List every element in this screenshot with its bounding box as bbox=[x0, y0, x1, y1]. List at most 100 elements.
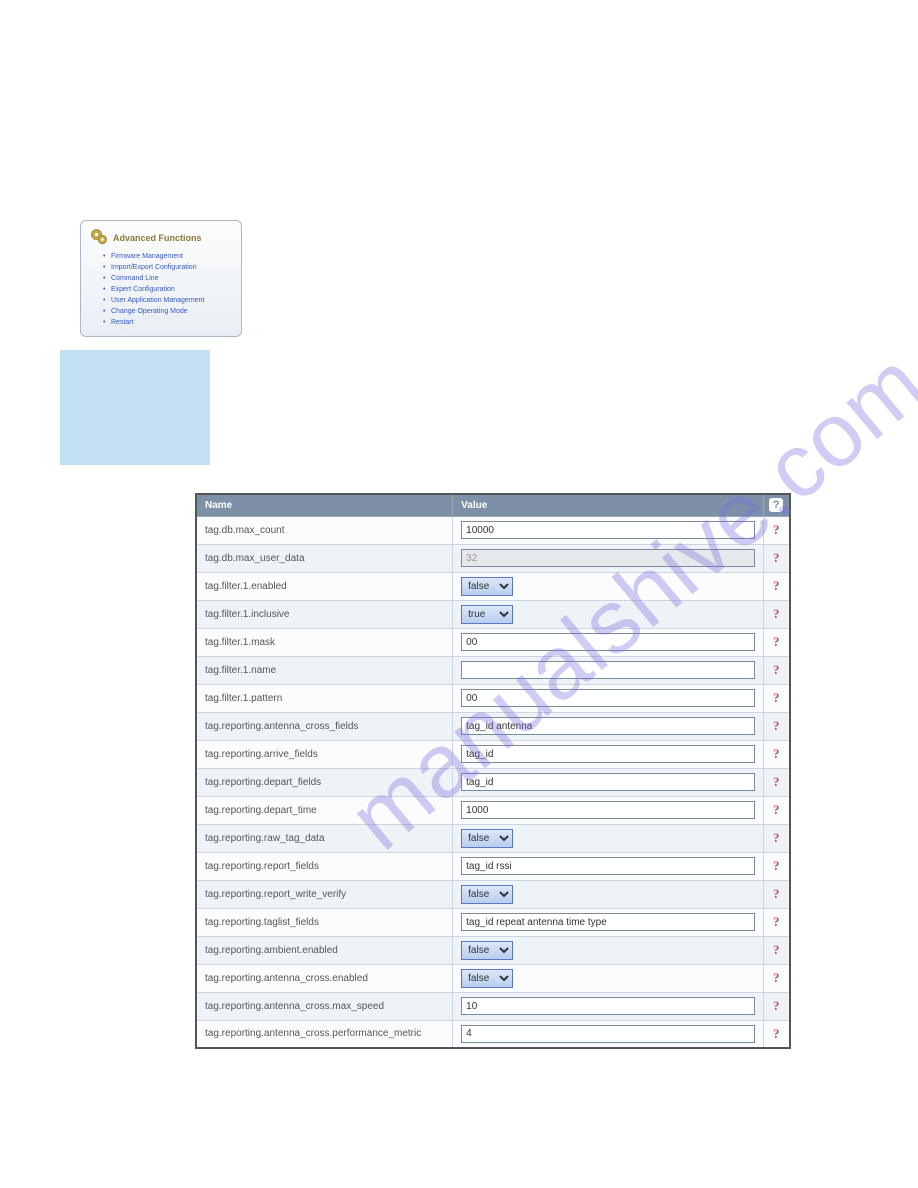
help-link[interactable]: ? bbox=[763, 768, 790, 796]
config-input[interactable] bbox=[461, 661, 754, 679]
table-row: tag.reporting.report_fields? bbox=[196, 852, 790, 880]
config-value-cell: true bbox=[453, 600, 763, 628]
sidebar-item-restart[interactable]: Restart bbox=[111, 317, 233, 328]
help-link[interactable]: ? bbox=[763, 656, 790, 684]
config-value-cell bbox=[453, 712, 763, 740]
help-link[interactable]: ? bbox=[763, 628, 790, 656]
sidebar-item-change-operating-mode[interactable]: Change Operating Mode bbox=[111, 306, 233, 317]
config-input[interactable] bbox=[461, 857, 754, 875]
table-row: tag.reporting.ambient.enabled false? bbox=[196, 936, 790, 964]
advanced-functions-panel: Advanced Functions Firmware Management I… bbox=[80, 220, 242, 337]
table-row: tag.filter.1.enabledfalse? bbox=[196, 572, 790, 600]
config-input[interactable] bbox=[461, 913, 754, 931]
help-link[interactable]: ? bbox=[763, 964, 790, 992]
sidebar-menu: Firmware Management Import/Export Config… bbox=[89, 251, 233, 328]
config-select[interactable]: true bbox=[461, 605, 513, 624]
help-link[interactable]: ? bbox=[763, 936, 790, 964]
table-row: tag.reporting.taglist_fields? bbox=[196, 908, 790, 936]
help-link[interactable]: ? bbox=[763, 572, 790, 600]
column-header-help[interactable]: ? bbox=[763, 494, 790, 516]
table-row: tag.filter.1.mask? bbox=[196, 628, 790, 656]
table-row: tag.reporting.antenna_cross.enabled false… bbox=[196, 964, 790, 992]
config-value-cell: false bbox=[453, 936, 763, 964]
config-name: tag.reporting.report_fields bbox=[196, 852, 453, 880]
help-icon: ? bbox=[769, 498, 783, 512]
config-value-cell bbox=[453, 768, 763, 796]
config-value-cell bbox=[453, 992, 763, 1020]
sidebar-item-user-application-management[interactable]: User Application Management bbox=[111, 295, 233, 306]
column-header-name: Name bbox=[196, 494, 453, 516]
help-link[interactable]: ? bbox=[763, 992, 790, 1020]
table-row: tag.reporting.depart_fields? bbox=[196, 768, 790, 796]
config-value-cell: false bbox=[453, 824, 763, 852]
table-row: tag.reporting.raw_tag_data false? bbox=[196, 824, 790, 852]
table-row: tag.filter.1.pattern? bbox=[196, 684, 790, 712]
config-table: Name Value ? tag.db.max_count?tag.db.max… bbox=[195, 493, 791, 1049]
sidebar-item-firmware-management[interactable]: Firmware Management bbox=[111, 251, 233, 262]
config-input[interactable] bbox=[461, 717, 754, 735]
config-input bbox=[461, 549, 754, 567]
help-link[interactable]: ? bbox=[763, 1020, 790, 1048]
config-value-cell bbox=[453, 908, 763, 936]
help-link[interactable]: ? bbox=[763, 852, 790, 880]
sidebar-item-expert-configuration[interactable]: Expert Configuration bbox=[111, 284, 233, 295]
config-name: tag.reporting.ambient.enabled bbox=[196, 936, 453, 964]
help-link[interactable]: ? bbox=[763, 740, 790, 768]
table-row: tag.reporting.report_write_verify false? bbox=[196, 880, 790, 908]
config-name: tag.reporting.antenna_cross.performance_… bbox=[196, 1020, 453, 1048]
config-name: tag.reporting.raw_tag_data bbox=[196, 824, 453, 852]
help-link[interactable]: ? bbox=[763, 600, 790, 628]
config-select[interactable]: false bbox=[461, 577, 513, 596]
table-row: tag.filter.1.inclusivetrue? bbox=[196, 600, 790, 628]
config-name: tag.reporting.report_write_verify bbox=[196, 880, 453, 908]
config-name: tag.reporting.antenna_cross.max_speed bbox=[196, 992, 453, 1020]
help-link[interactable]: ? bbox=[763, 908, 790, 936]
help-link[interactable]: ? bbox=[763, 880, 790, 908]
config-name: tag.reporting.antenna_cross_fields bbox=[196, 712, 453, 740]
help-link[interactable]: ? bbox=[763, 516, 790, 544]
config-name: tag.filter.1.name bbox=[196, 656, 453, 684]
config-input[interactable] bbox=[461, 773, 754, 791]
config-select[interactable]: false bbox=[461, 829, 513, 848]
table-row: tag.reporting.depart_time? bbox=[196, 796, 790, 824]
config-name: tag.reporting.antenna_cross.enabled bbox=[196, 964, 453, 992]
config-select[interactable]: false bbox=[461, 941, 513, 960]
config-input[interactable] bbox=[461, 997, 754, 1015]
config-input[interactable] bbox=[461, 521, 754, 539]
config-input[interactable] bbox=[461, 1025, 754, 1043]
config-name: tag.filter.1.pattern bbox=[196, 684, 453, 712]
config-value-cell bbox=[453, 1020, 763, 1048]
table-row: tag.reporting.antenna_cross.performance_… bbox=[196, 1020, 790, 1048]
config-input[interactable] bbox=[461, 801, 754, 819]
help-link[interactable]: ? bbox=[763, 712, 790, 740]
table-row: tag.db.max_user_data? bbox=[196, 544, 790, 572]
config-value-cell bbox=[453, 852, 763, 880]
config-input[interactable] bbox=[461, 633, 754, 651]
config-input[interactable] bbox=[461, 745, 754, 763]
config-value-cell bbox=[453, 516, 763, 544]
config-name: tag.filter.1.mask bbox=[196, 628, 453, 656]
help-link[interactable]: ? bbox=[763, 544, 790, 572]
help-link[interactable]: ? bbox=[763, 824, 790, 852]
config-name: tag.reporting.arrive_fields bbox=[196, 740, 453, 768]
config-name: tag.reporting.depart_time bbox=[196, 796, 453, 824]
table-row: tag.db.max_count? bbox=[196, 516, 790, 544]
config-value-cell: false bbox=[453, 880, 763, 908]
sidebar-title: Advanced Functions bbox=[113, 233, 202, 243]
config-name: tag.reporting.depart_fields bbox=[196, 768, 453, 796]
config-value-cell: false bbox=[453, 964, 763, 992]
help-link[interactable]: ? bbox=[763, 684, 790, 712]
column-header-value: Value bbox=[453, 494, 763, 516]
config-select[interactable]: false bbox=[461, 885, 513, 904]
table-row: tag.reporting.antenna_cross_fields? bbox=[196, 712, 790, 740]
config-select[interactable]: false bbox=[461, 969, 513, 988]
sidebar-item-import-export-configuration[interactable]: Import/Export Configuration bbox=[111, 262, 233, 273]
config-value-cell bbox=[453, 684, 763, 712]
config-value-cell: false bbox=[453, 572, 763, 600]
blue-panel bbox=[60, 350, 210, 465]
config-name: tag.reporting.taglist_fields bbox=[196, 908, 453, 936]
config-input[interactable] bbox=[461, 689, 754, 707]
config-value-cell bbox=[453, 656, 763, 684]
help-link[interactable]: ? bbox=[763, 796, 790, 824]
sidebar-item-command-line[interactable]: Command Line bbox=[111, 273, 233, 284]
